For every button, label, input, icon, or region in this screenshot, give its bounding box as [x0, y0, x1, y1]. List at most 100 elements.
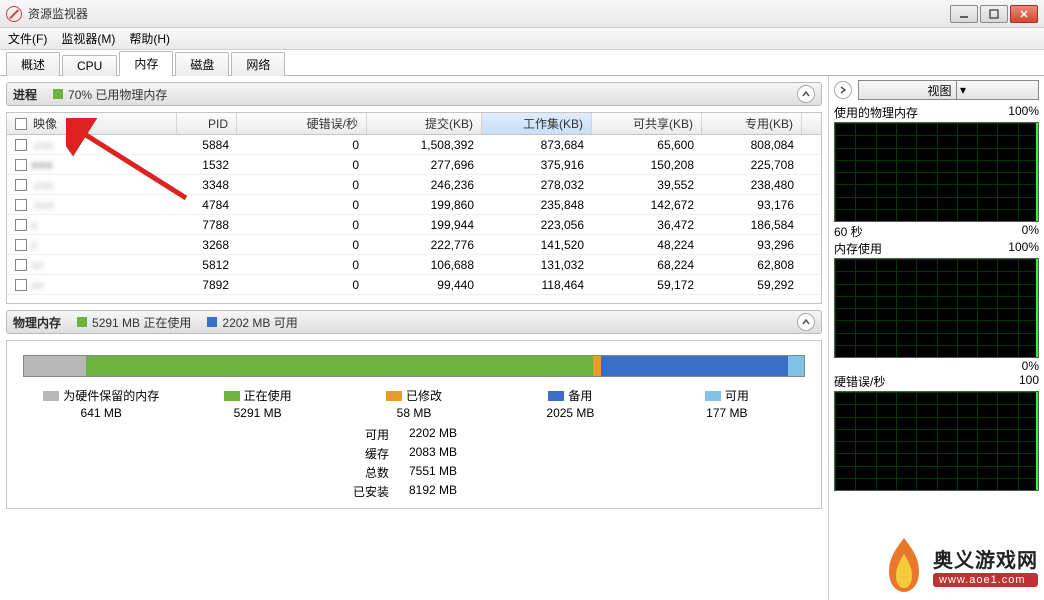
cell-pid: 3348	[177, 178, 237, 192]
table-header: 映像 PID 硬错误/秒 提交(KB) 工作集(KB) 可共享(KB) 专用(K…	[7, 113, 821, 135]
checkbox[interactable]	[15, 118, 27, 130]
square-icon	[386, 391, 402, 401]
chevron-up-icon	[801, 89, 811, 99]
view-dropdown[interactable]: 视图 ▾	[858, 80, 1039, 100]
chart-foot-left: 60 秒	[834, 223, 863, 240]
tab-disk[interactable]: 磁盘	[175, 52, 229, 76]
cell-workingset: 375,916	[482, 158, 592, 172]
chart-max: 100	[1019, 373, 1039, 390]
menu-help[interactable]: 帮助(H)	[129, 30, 170, 47]
titlebar: 资源监视器	[0, 0, 1044, 28]
process-name: ■■■	[31, 158, 53, 172]
square-icon	[77, 317, 87, 327]
processes-metric: 70% 已用物理内存	[53, 86, 167, 103]
col-private[interactable]: 专用(KB)	[702, 113, 802, 134]
tab-memory[interactable]: 内存	[119, 51, 173, 76]
close-button[interactable]	[1010, 5, 1038, 23]
maximize-button[interactable]	[980, 5, 1008, 23]
cell-hardfault: 0	[237, 278, 367, 292]
table-row[interactable]: .exe 3348 0 246,236 278,032 39,552 238,4…	[7, 175, 821, 195]
physmem-avail-metric: 2202 MB 可用	[207, 314, 297, 331]
checkbox[interactable]	[15, 279, 27, 291]
table-row[interactable]: e 3268 0 222,776 141,520 48,224 93,296	[7, 235, 821, 255]
cell-workingset: 131,032	[482, 258, 592, 272]
cell-shareable: 142,672	[592, 198, 702, 212]
stat-row: 可用2202 MB	[339, 426, 489, 443]
cell-hardfault: 0	[237, 198, 367, 212]
collapse-charts-button[interactable]	[834, 81, 852, 99]
physmem-section: 为硬件保留的内存641 MB正在使用5291 MB已修改58 MB备用2025 …	[6, 340, 822, 509]
col-hardfault[interactable]: 硬错误/秒	[237, 113, 367, 134]
process-name: e	[31, 218, 38, 232]
menu-file[interactable]: 文件(F)	[8, 30, 47, 47]
memory-segment	[593, 356, 601, 376]
stat-row: 缓存2083 MB	[339, 445, 489, 462]
cell-shareable: 48,224	[592, 238, 702, 252]
col-workingset[interactable]: 工作集(KB)	[482, 113, 592, 134]
cell-private: 238,480	[702, 178, 802, 192]
checkbox[interactable]	[15, 199, 27, 211]
tab-cpu[interactable]: CPU	[62, 55, 117, 76]
col-pid[interactable]: PID	[177, 113, 237, 134]
watermark-url: www.aoe1.com	[933, 573, 1038, 587]
checkbox[interactable]	[15, 179, 27, 191]
chart-block: 硬错误/秒 100	[834, 373, 1039, 492]
minimize-button[interactable]	[950, 5, 978, 23]
table-row[interactable]: xe 5812 0 106,688 131,032 68,224 62,808	[7, 255, 821, 275]
app-icon	[6, 6, 22, 22]
checkbox[interactable]	[15, 159, 27, 171]
physmem-header[interactable]: 物理内存 5291 MB 正在使用 2202 MB 可用	[6, 310, 822, 334]
cell-commit: 246,236	[367, 178, 482, 192]
checkbox[interactable]	[15, 259, 27, 271]
chart-block: 使用的物理内存100% 60 秒0%	[834, 104, 1039, 240]
legend-item: 已修改58 MB	[336, 387, 492, 420]
cell-workingset: 223,056	[482, 218, 592, 232]
processes-metric-text: 70% 已用物理内存	[68, 86, 167, 103]
chart-foot-right: 0%	[1022, 223, 1039, 240]
cell-workingset: 141,520	[482, 238, 592, 252]
window-title: 资源监视器	[28, 5, 950, 22]
cell-private: 186,584	[702, 218, 802, 232]
process-name: .exe	[31, 198, 54, 212]
col-shareable[interactable]: 可共享(KB)	[592, 113, 702, 134]
chart-max: 100%	[1008, 104, 1039, 121]
memory-stats: 可用2202 MB缓存2083 MB总数7551 MB已安装8192 MB	[23, 426, 805, 500]
memory-segment	[788, 356, 804, 376]
col-commit[interactable]: 提交(KB)	[367, 113, 482, 134]
stat-row: 已安装8192 MB	[339, 483, 489, 500]
cell-hardfault: 0	[237, 238, 367, 252]
processes-header[interactable]: 进程 70% 已用物理内存	[6, 82, 822, 106]
table-row[interactable]: .exe 5884 0 1,508,392 873,684 65,600 808…	[7, 135, 821, 155]
cell-commit: 222,776	[367, 238, 482, 252]
memory-legend: 为硬件保留的内存641 MB正在使用5291 MB已修改58 MB备用2025 …	[23, 387, 805, 420]
menu-monitor[interactable]: 监视器(M)	[61, 30, 115, 47]
col-image[interactable]: 映像	[7, 113, 177, 134]
tab-network[interactable]: 网络	[231, 52, 285, 76]
table-body: .exe 5884 0 1,508,392 873,684 65,600 808…	[7, 135, 821, 303]
table-row[interactable]: xe 7892 0 99,440 118,464 59,172 59,292	[7, 275, 821, 295]
collapse-processes-button[interactable]	[797, 85, 815, 103]
chevron-right-icon	[838, 85, 848, 95]
legend-item: 可用177 MB	[649, 387, 805, 420]
chart-foot-right: 0%	[1022, 359, 1039, 373]
collapse-physmem-button[interactable]	[797, 313, 815, 331]
process-name: e	[31, 238, 38, 252]
processes-title: 进程	[13, 86, 37, 103]
view-label: 视图	[927, 82, 951, 99]
table-row[interactable]: ■■■ 1532 0 277,696 375,916 150,208 225,7…	[7, 155, 821, 175]
chart-title: 硬错误/秒	[834, 373, 885, 390]
cell-hardfault: 0	[237, 138, 367, 152]
table-row[interactable]: e 7788 0 199,944 223,056 36,472 186,584	[7, 215, 821, 235]
chevron-up-icon	[801, 317, 811, 327]
cell-shareable: 36,472	[592, 218, 702, 232]
cell-private: 808,084	[702, 138, 802, 152]
checkbox[interactable]	[15, 239, 27, 251]
cell-workingset: 278,032	[482, 178, 592, 192]
cell-pid: 5812	[177, 258, 237, 272]
checkbox[interactable]	[15, 219, 27, 231]
table-row[interactable]: .exe 4784 0 199,860 235,848 142,672 93,1…	[7, 195, 821, 215]
tab-overview[interactable]: 概述	[6, 52, 60, 76]
checkbox[interactable]	[15, 139, 27, 151]
square-icon	[548, 391, 564, 401]
memory-bar	[23, 355, 805, 377]
